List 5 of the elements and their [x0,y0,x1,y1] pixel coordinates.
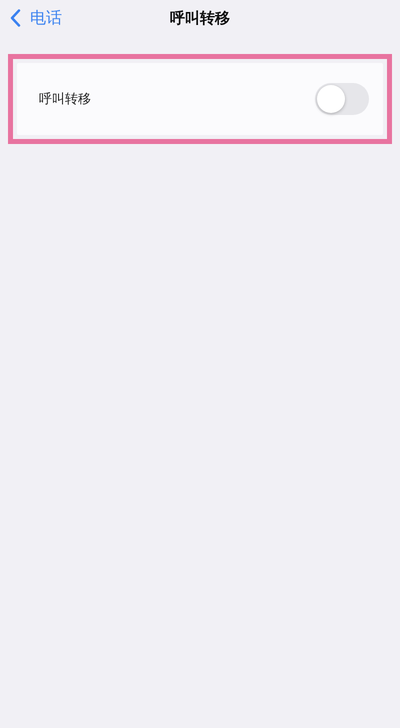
back-chevron-icon [10,9,21,27]
nav-title: 呼叫转移 [170,8,230,28]
back-button[interactable]: 电话 [0,8,62,28]
toggle-switch[interactable] [315,83,369,115]
setting-label: 呼叫转移 [39,91,91,108]
